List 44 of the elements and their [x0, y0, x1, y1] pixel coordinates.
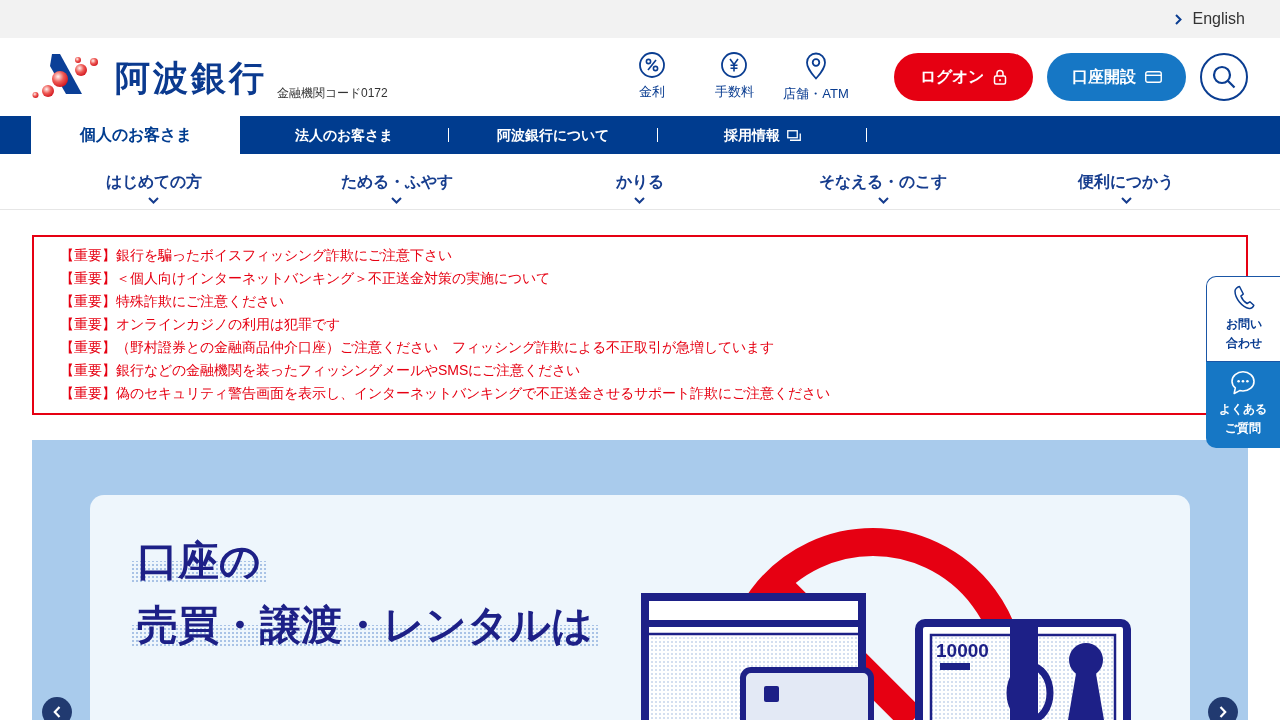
fees-link[interactable]: 手数料	[693, 52, 775, 102]
banner-headline: 売買・譲渡・レンタルは	[131, 603, 599, 647]
interest-rates-link[interactable]: 金利	[611, 52, 693, 102]
contact-tab[interactable]: お問い 合わせ	[1206, 276, 1280, 362]
banknote-value-text: 10000	[936, 640, 989, 661]
category-menu-item[interactable]: 便利につかう	[1004, 154, 1248, 209]
faq-tab[interactable]: よくある ご質問	[1206, 362, 1280, 448]
main-tab[interactable]: 採用情報	[658, 116, 866, 154]
bank-code-text: 金融機関コード0172	[277, 85, 388, 101]
branch-atm-link[interactable]: 店舗・ATM	[775, 52, 857, 102]
map-pin-icon	[805, 52, 827, 80]
main-tab[interactable]: 阿波銀行について	[449, 116, 657, 154]
chevron-right-icon	[1219, 706, 1227, 718]
notice-link[interactable]: 【重要】銀行などの金融機関を装ったフィッシングメールやSMSにご注意ください	[60, 359, 581, 382]
chat-bubble-icon	[1230, 370, 1256, 396]
search-icon	[1212, 65, 1236, 89]
notice-link[interactable]: 【重要】偽のセキュリティ警告画面を表示し、インターネットバンキングで不正送金させるサポート詐欺にご注意ください	[60, 382, 830, 405]
phone-icon	[1232, 285, 1255, 311]
chevron-left-icon	[53, 706, 61, 718]
main-tab[interactable]: 法人のお客さま	[240, 116, 448, 154]
bank-name-logo[interactable]: 阿波銀行	[115, 59, 267, 95]
next-slide-button[interactable]	[1208, 697, 1238, 720]
logon-button[interactable]: ログオン	[894, 53, 1033, 101]
category-menu-item[interactable]: かりる	[518, 154, 762, 209]
category-menu-item[interactable]: ためる・ふやす	[275, 154, 519, 209]
notice-link[interactable]: 【重要】銀行を騙ったボイスフィッシング詐欺にご注意下さい	[60, 244, 452, 267]
card-icon	[1144, 71, 1162, 83]
chevron-right-icon	[1174, 13, 1182, 25]
notice-link[interactable]: 【重要】特殊詐欺にご注意ください	[60, 290, 284, 313]
category-menu-item[interactable]: そなえる・のこす	[761, 154, 1005, 209]
banner-headline: 口座の	[131, 539, 267, 583]
notice-link[interactable]: 【重要】オンラインカジノの利用は犯罪です	[60, 313, 340, 336]
category-menu-item[interactable]: はじめての方	[32, 154, 276, 209]
language-link[interactable]: English	[1174, 7, 1245, 31]
yen-icon	[721, 52, 747, 78]
notice-link[interactable]: 【重要】＜個人向けインターネットバンキング＞不正送金対策の実施について	[60, 267, 550, 290]
percent-icon	[639, 52, 665, 78]
open-account-button[interactable]: 口座開設	[1047, 53, 1186, 101]
main-tab[interactable]: 個人のお客さま	[31, 116, 240, 154]
promo-banner[interactable]: 口座の 売買・譲渡・レンタルは 10000	[32, 440, 1248, 720]
notice-link[interactable]: 【重要】（野村證券との金融商品仲介口座）ご注意ください フィッシング詐欺による不正取引が急増しています	[60, 336, 774, 359]
previous-slide-button[interactable]	[42, 697, 72, 720]
lock-icon	[993, 69, 1007, 85]
search-button[interactable]	[1200, 53, 1248, 101]
